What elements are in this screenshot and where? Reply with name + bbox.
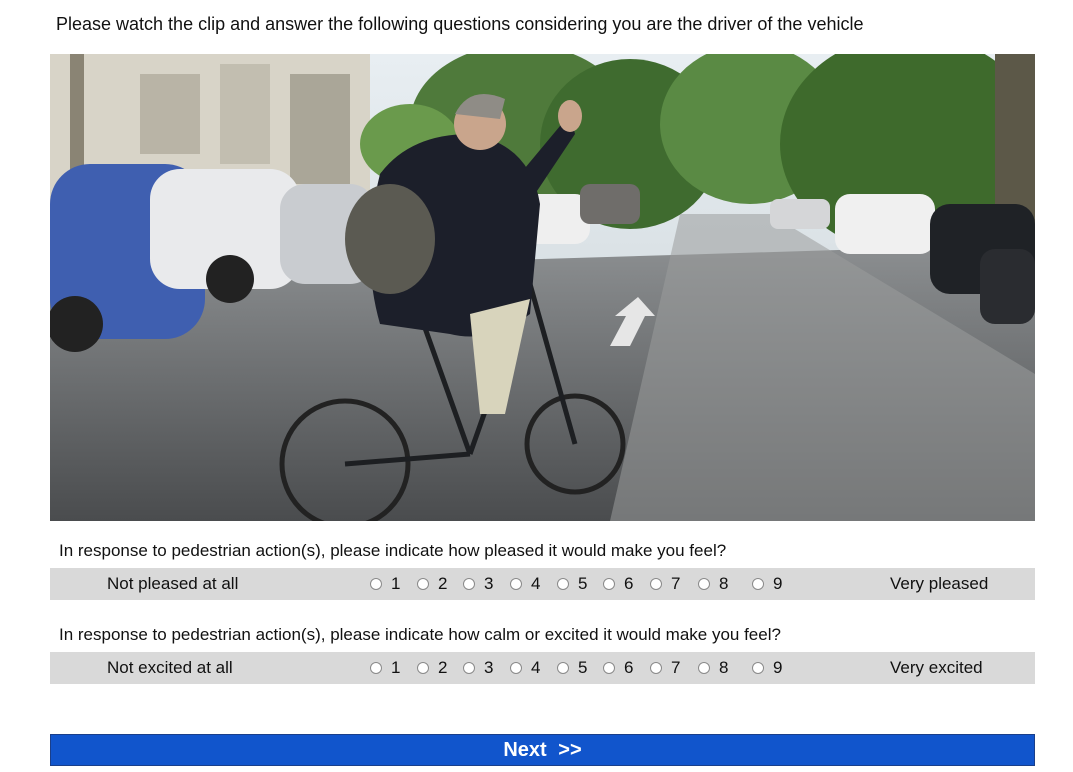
question-1-option-8[interactable]: 8 [698, 574, 728, 594]
radio-button[interactable] [370, 662, 382, 674]
question-1-option-1[interactable]: 1 [370, 574, 400, 594]
radio-button[interactable] [698, 662, 710, 674]
question-2-option-5[interactable]: 5 [557, 658, 587, 678]
question-2-low-anchor: Not excited at all [107, 658, 233, 677]
video-clip[interactable] [50, 54, 1035, 521]
question-2-option-4[interactable]: 4 [510, 658, 540, 678]
question-2-option-3[interactable]: 3 [463, 658, 493, 678]
question-2-scale: Not excited at all 1 2 3 4 5 6 7 8 9 Ver… [50, 652, 1035, 684]
question-2-option-7[interactable]: 7 [650, 658, 680, 678]
radio-button[interactable] [603, 662, 615, 674]
question-1-text: In response to pedestrian action(s), ple… [59, 541, 727, 560]
radio-button[interactable] [603, 578, 615, 590]
question-1-option-5[interactable]: 5 [557, 574, 587, 594]
question-1-option-9[interactable]: 9 [752, 574, 782, 594]
question-2-option-8[interactable]: 8 [698, 658, 728, 678]
instruction-text: Please watch the clip and answer the fol… [56, 14, 864, 34]
question-2-option-1[interactable]: 1 [370, 658, 400, 678]
question-1-option-7[interactable]: 7 [650, 574, 680, 594]
radio-button[interactable] [417, 662, 429, 674]
radio-button[interactable] [557, 662, 569, 674]
radio-button[interactable] [650, 578, 662, 590]
question-1-option-6[interactable]: 6 [603, 574, 633, 594]
question-1-option-2[interactable]: 2 [417, 574, 447, 594]
clip-frame-image [50, 54, 1035, 521]
radio-button[interactable] [463, 578, 475, 590]
radio-button[interactable] [698, 578, 710, 590]
question-1-option-3[interactable]: 3 [463, 574, 493, 594]
radio-button[interactable] [752, 578, 764, 590]
radio-button[interactable] [557, 578, 569, 590]
radio-button[interactable] [370, 578, 382, 590]
radio-button[interactable] [417, 578, 429, 590]
radio-button[interactable] [752, 662, 764, 674]
question-1-low-anchor: Not pleased at all [107, 574, 239, 593]
radio-button[interactable] [463, 662, 475, 674]
next-button[interactable]: Next >> [50, 734, 1035, 766]
radio-button[interactable] [510, 578, 522, 590]
question-2-text: In response to pedestrian action(s), ple… [59, 625, 781, 644]
question-1-option-4[interactable]: 4 [510, 574, 540, 594]
question-2-option-9[interactable]: 9 [752, 658, 782, 678]
question-2-option-6[interactable]: 6 [603, 658, 633, 678]
question-2-high-anchor: Very excited [890, 658, 983, 677]
question-2-option-2[interactable]: 2 [417, 658, 447, 678]
radio-button[interactable] [650, 662, 662, 674]
question-1-high-anchor: Very pleased [890, 574, 989, 593]
question-1-scale: Not pleased at all 1 2 3 4 5 6 7 8 9 Ver… [50, 568, 1035, 600]
radio-button[interactable] [510, 662, 522, 674]
